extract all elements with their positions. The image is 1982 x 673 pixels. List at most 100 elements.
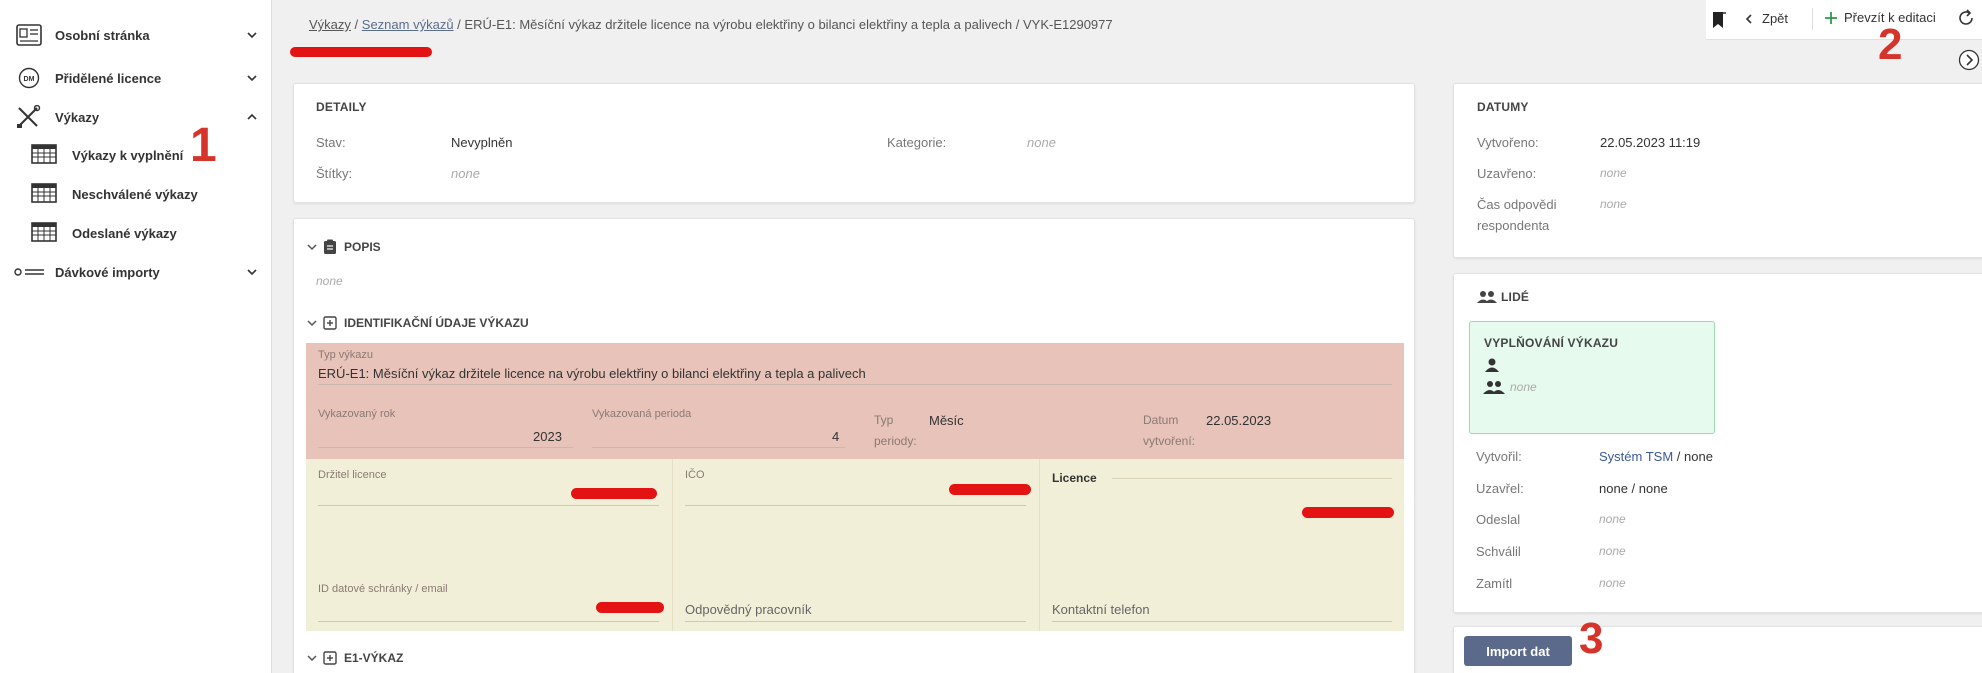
licence-group-line bbox=[1112, 478, 1392, 479]
column-divider bbox=[1039, 459, 1040, 631]
report-type-section: Typ výkazu ERÚ-E1: Měsíční výkaz držitel… bbox=[306, 343, 1404, 459]
licence-group-title: Licence bbox=[1052, 471, 1097, 485]
sidebar-item-vykazy[interactable]: Výkazy bbox=[0, 99, 272, 135]
people-icon bbox=[1483, 381, 1505, 394]
people-card-title-text: LIDÉ bbox=[1501, 290, 1530, 304]
field-label-vykazovana-perioda: Vykazovaná perioda bbox=[592, 408, 692, 420]
sidebar-item-davkove-importy[interactable]: Dávkové importy bbox=[0, 254, 272, 290]
section-header-popis[interactable]: POPIS bbox=[306, 239, 381, 255]
section-header-e1-vykaz[interactable]: E1-VÝKAZ bbox=[306, 650, 403, 666]
breadcrumb-link-seznam-vykazu[interactable]: Seznam výkazů bbox=[362, 17, 454, 32]
refresh-icon[interactable] bbox=[1956, 8, 1976, 28]
category-label: Kategorie: bbox=[887, 135, 947, 150]
redacted-ico-mark bbox=[949, 484, 1031, 495]
field-label-datum-vytvoreni-2: vytvoření: bbox=[1143, 434, 1196, 448]
chevron-down-icon bbox=[307, 655, 317, 662]
rejected-by-label: Zamítl bbox=[1476, 576, 1513, 591]
license-badge-icon: DM bbox=[16, 67, 42, 89]
field-label-kontaktni-telefon[interactable]: Kontaktní telefon bbox=[1052, 602, 1150, 617]
sidebar-subitem-odeslane-vykazy[interactable]: Odeslané výkazy bbox=[0, 216, 272, 250]
created-by-value: Systém TSM / none bbox=[1599, 449, 1713, 464]
breadcrumb-current-type: ERÚ-E1: Měsíční výkaz držitele licence n… bbox=[464, 17, 1013, 32]
approved-by-label: Schválil bbox=[1476, 544, 1521, 559]
section-title-e1-vykaz: E1-VÝKAZ bbox=[344, 651, 404, 665]
back-button[interactable]: Zpět bbox=[1744, 11, 1788, 26]
closed-value: none bbox=[1600, 166, 1627, 180]
sidebar-item-label: Dávkové importy bbox=[55, 264, 160, 280]
chevron-down-icon bbox=[247, 75, 257, 82]
rejected-by-value: none bbox=[1599, 576, 1626, 590]
field-underline bbox=[592, 447, 845, 448]
sent-by-label: Odeslal bbox=[1476, 512, 1521, 527]
dates-card: DATUMY Vytvořeno: 22.05.2023 11:19 Uzavř… bbox=[1453, 83, 1982, 258]
sidebar-item-label: Výkazy bbox=[55, 109, 100, 125]
response-time-label-1: Čas odpovědi bbox=[1477, 197, 1557, 212]
sidebar-item-label: Výkazy k vyplnění bbox=[72, 147, 184, 163]
toolbar-divider bbox=[1812, 8, 1813, 30]
field-label-odpovedny-pracovnik[interactable]: Odpovědný pracovník bbox=[685, 602, 811, 617]
annotation-marker-1: 1 bbox=[190, 119, 217, 172]
bookmark-add-icon[interactable] bbox=[1712, 11, 1726, 29]
field-underline bbox=[318, 505, 659, 506]
table-icon bbox=[31, 182, 57, 207]
chevron-down-icon bbox=[247, 269, 257, 276]
section-title-identifikacni-udaje: IDENTIFIKAČNÍ ÚDAJE VÝKAZU bbox=[344, 316, 529, 330]
holder-section: Držitel licence IČO Licence ID datové sc… bbox=[306, 459, 1404, 631]
field-underline bbox=[318, 384, 1392, 385]
table-icon bbox=[31, 143, 57, 168]
sidebar-item-osobni-stranka[interactable]: Osobní stránka bbox=[0, 17, 272, 53]
field-underline bbox=[685, 621, 1026, 622]
action-toolbar: Zpět Převzít k editaci bbox=[1706, 0, 1982, 40]
response-time-label-2: respondenta bbox=[1477, 218, 1550, 233]
person-icon bbox=[1485, 358, 1499, 372]
sidebar: Osobní stránka DM Přidělené licence Výka… bbox=[0, 0, 272, 673]
add-document-icon bbox=[323, 316, 337, 330]
dates-card-title: DATUMY bbox=[1477, 100, 1529, 114]
state-label: Stav: bbox=[316, 135, 346, 150]
people-icon bbox=[1477, 291, 1497, 303]
field-label-ico: IČO bbox=[685, 469, 705, 481]
approved-by-value: none bbox=[1599, 544, 1626, 558]
tools-icon bbox=[16, 105, 42, 128]
table-icon bbox=[31, 221, 57, 246]
closed-label: Uzavřeno: bbox=[1477, 166, 1537, 181]
chevron-down-icon bbox=[307, 244, 317, 251]
chevron-down-icon bbox=[307, 320, 317, 327]
annotation-marker-2: 2 bbox=[1878, 20, 1903, 69]
field-label-typ-vykazu: Typ výkazu bbox=[318, 349, 374, 361]
sent-by-value: none bbox=[1599, 512, 1626, 526]
section-header-identifikacni-udaje[interactable]: IDENTIFIKAČNÍ ÚDAJE VÝKAZU bbox=[306, 315, 529, 331]
clipboard-icon bbox=[324, 239, 336, 254]
field-value-datum-vytvoreni: 22.05.2023 bbox=[1206, 413, 1272, 428]
field-label-datum-vytvoreni-1: Datum bbox=[1143, 413, 1179, 427]
filling-report-box: VYPLŇOVÁNÍ VÝKAZU none bbox=[1469, 321, 1715, 434]
back-button-label: Zpět bbox=[1762, 11, 1789, 26]
sidebar-item-label: Osobní stránka bbox=[55, 27, 150, 43]
breadcrumb: Výkazy / Seznam výkazů / ERÚ-E1: Měsíční… bbox=[309, 17, 1113, 32]
chevron-left-icon bbox=[1745, 13, 1752, 24]
import-data-button[interactable]: Import dat bbox=[1464, 636, 1572, 666]
sidebar-item-pridelene-licence[interactable]: DM Přidělené licence bbox=[0, 60, 272, 96]
state-value: Nevyplněn bbox=[451, 135, 513, 150]
created-label: Vytvořeno: bbox=[1477, 135, 1539, 150]
field-label-id-datove-schranky: ID datové schránky / email bbox=[318, 583, 448, 595]
field-label-drzitel-licence: Držitel licence bbox=[318, 469, 387, 481]
sidebar-subitem-vykazy-k-vyplneni[interactable]: Výkazy k vyplnění bbox=[0, 138, 272, 172]
field-underline bbox=[1052, 621, 1392, 622]
svg-text:DM: DM bbox=[24, 76, 35, 83]
filling-report-title: VYPLŇOVÁNÍ VÝKAZU bbox=[1484, 336, 1619, 350]
batch-list-icon bbox=[14, 261, 46, 283]
expand-panel-icon[interactable] bbox=[1958, 49, 1980, 71]
breadcrumb-link-vykazy[interactable]: Výkazy bbox=[309, 17, 351, 32]
people-card-title: LIDÉ bbox=[1477, 290, 1529, 304]
response-time-value: none bbox=[1600, 197, 1627, 211]
tags-label: Štítky: bbox=[316, 166, 353, 181]
annotation-marker-3: 3 bbox=[1579, 614, 1604, 663]
field-underline bbox=[685, 505, 1026, 506]
redacted-licence-mark bbox=[1302, 507, 1394, 518]
created-by-link[interactable]: Systém TSM bbox=[1599, 449, 1673, 464]
sidebar-subitem-neschvalene-vykazy[interactable]: Neschválené výkazy bbox=[0, 177, 272, 211]
breadcrumb-separator: / bbox=[457, 17, 461, 32]
closed-by-value: none / none bbox=[1599, 481, 1668, 496]
sidebar-item-label: Přidělené licence bbox=[55, 70, 162, 86]
